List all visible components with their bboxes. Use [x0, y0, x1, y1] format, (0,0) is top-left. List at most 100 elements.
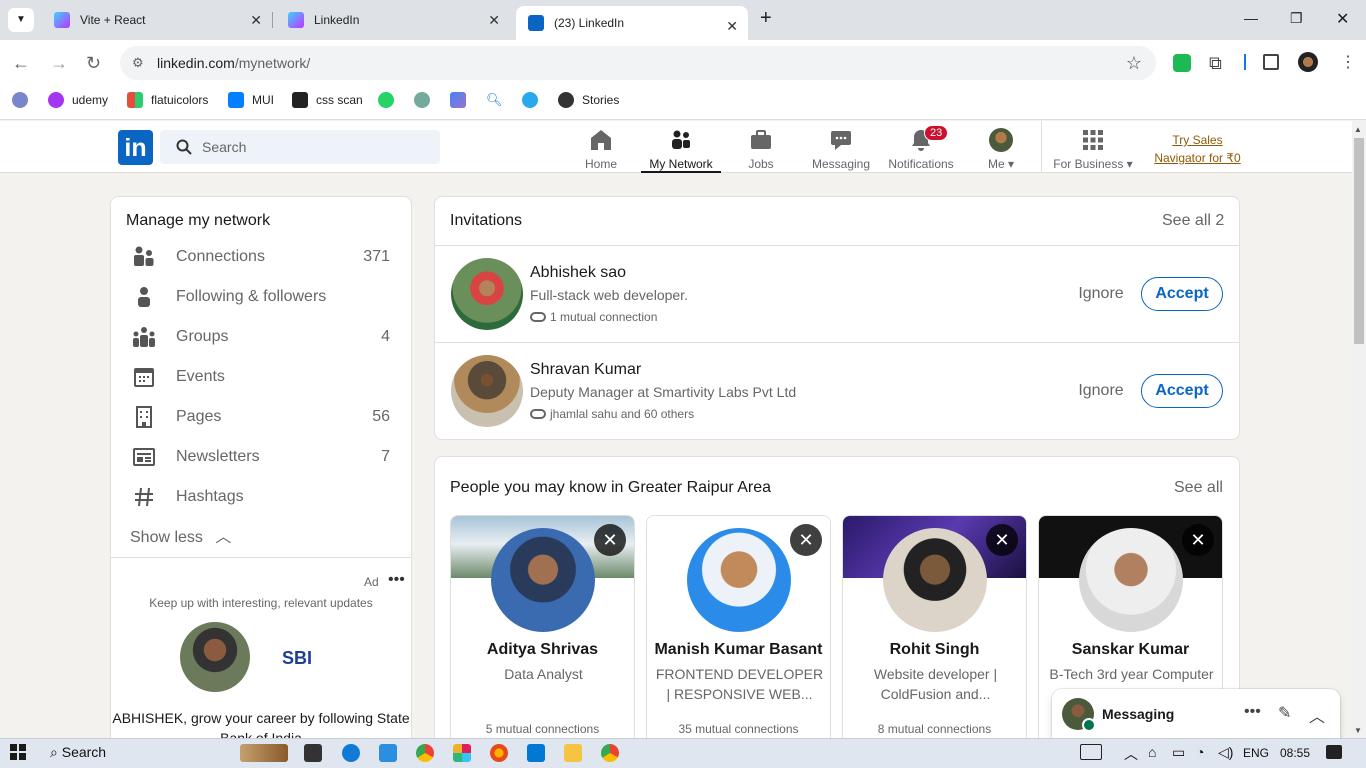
extensions-puzzle-icon[interactable]: ⧉ [1209, 53, 1222, 74]
see-all-invitations-button[interactable]: See all 2 [1162, 212, 1224, 230]
close-window-button[interactable]: ✕ [1336, 9, 1349, 29]
more-icon[interactable]: ••• [388, 571, 405, 589]
extension-icon[interactable] [1173, 54, 1191, 72]
person-avatar[interactable] [491, 528, 595, 632]
tab-linkedin-active[interactable]: (23) LinkedIn ✕ [516, 6, 748, 40]
manage-item-events[interactable]: Events [126, 357, 396, 397]
bookmark-css-scan[interactable]: css scan [292, 92, 363, 108]
tab-search-button[interactable]: ▼ [8, 8, 34, 32]
manage-item-following[interactable]: Following & followers [126, 277, 396, 317]
dismiss-close-icon[interactable]: ✕ [594, 524, 626, 556]
keyboard-icon[interactable] [1080, 744, 1102, 760]
ignore-button[interactable]: Ignore [1068, 375, 1134, 407]
nav-my-network[interactable]: My Network [641, 125, 721, 173]
bookmark-item[interactable] [12, 92, 36, 108]
nav-for-business[interactable]: For Business ▾ [1053, 125, 1133, 173]
chevron-up-icon[interactable]: ︿ [1309, 703, 1325, 727]
bookmark-udemy[interactable]: udemy [48, 92, 108, 108]
dismiss-close-icon[interactable]: ✕ [790, 524, 822, 556]
widget-icon[interactable] [240, 744, 288, 762]
accept-button[interactable]: Accept [1141, 277, 1223, 311]
ignore-button[interactable]: Ignore [1068, 278, 1134, 310]
person-name[interactable]: Sanskar Kumar [1039, 641, 1222, 659]
person-avatar[interactable] [1079, 528, 1183, 632]
edge-icon[interactable] [342, 744, 360, 762]
invitation-name[interactable]: Shravan Kumar [530, 361, 641, 379]
vscode-icon[interactable] [527, 744, 545, 762]
chrome-icon[interactable] [416, 744, 434, 762]
firefox-icon[interactable] [490, 744, 508, 762]
manage-item-hashtags[interactable]: Hashtags [126, 477, 396, 517]
search-input[interactable]: Search [160, 130, 440, 164]
person-name[interactable]: Manish Kumar Basant [647, 641, 830, 659]
address-bar[interactable]: ⚙ linkedin.com/mynetwork/ ☆ [120, 46, 1156, 80]
person-avatar[interactable] [687, 528, 791, 632]
invitation-mutual[interactable]: jhamlal sahu and 60 others [530, 407, 694, 421]
bookmark-chatgpt[interactable] [414, 92, 438, 108]
scroll-down-icon[interactable]: ▼ [1354, 726, 1362, 735]
compose-icon[interactable]: ✎ [1278, 703, 1291, 723]
bookmark-flatuicolors[interactable]: flatuicolors [127, 92, 208, 108]
nav-home[interactable]: Home [561, 125, 641, 173]
nav-notifications[interactable]: 23 Notifications [881, 125, 961, 173]
bookmark-whatsapp[interactable] [378, 92, 402, 108]
invitation-name[interactable]: Abhishek sao [530, 264, 626, 282]
menu-kebab-icon[interactable]: ⋮ [1340, 52, 1356, 72]
person-avatar[interactable] [883, 528, 987, 632]
person-name[interactable]: Aditya Shrivas [451, 641, 634, 659]
manage-item-pages[interactable]: Pages 56 [126, 397, 396, 437]
slack-icon[interactable] [453, 744, 471, 762]
manage-item-newsletters[interactable]: Newsletters 7 [126, 437, 396, 477]
dismiss-close-icon[interactable]: ✕ [986, 524, 1018, 556]
clock[interactable]: 08:55 [1280, 746, 1310, 760]
computer-icon[interactable] [379, 744, 397, 762]
sidepanel-icon[interactable] [1263, 54, 1279, 70]
close-icon[interactable]: ✕ [488, 12, 500, 29]
more-icon[interactable]: ••• [1244, 703, 1261, 721]
invitation-mutual[interactable]: 1 mutual connection [530, 310, 657, 324]
manage-item-groups[interactable]: Groups 4 [126, 317, 396, 357]
bookmark-star-icon[interactable]: ☆ [1126, 53, 1142, 74]
forward-icon[interactable]: → [50, 53, 68, 74]
see-all-pymk-button[interactable]: See all [1174, 479, 1223, 497]
person-card[interactable]: ✕ Manish Kumar Basant FRONTEND DEVELOPER… [646, 515, 831, 745]
tray-chevron-icon[interactable]: ︿ [1124, 744, 1138, 764]
windows-start-icon[interactable] [10, 744, 26, 763]
scroll-up-icon[interactable]: ▲ [1354, 125, 1362, 134]
try-sales-navigator-link[interactable]: Try Sales Navigator for ₹0 [1150, 131, 1245, 167]
linkedin-logo[interactable]: in [118, 130, 153, 165]
show-less-button[interactable]: Show less ︿ [130, 523, 231, 547]
restore-button[interactable]: ❐ [1290, 10, 1303, 27]
language-indicator[interactable]: ENG [1243, 746, 1269, 760]
profile-avatar[interactable] [1298, 52, 1318, 72]
person-card[interactable]: ✕ Rohit Singh Website developer | ColdFu… [842, 515, 1027, 745]
person-name[interactable]: Rohit Singh [843, 641, 1026, 659]
new-tab-button[interactable]: + [760, 7, 772, 30]
invitation-avatar[interactable] [451, 355, 523, 427]
task-view-icon[interactable] [304, 744, 322, 762]
close-icon[interactable]: ✕ [250, 12, 262, 29]
bookmark-search[interactable]: 🔍︎ [486, 92, 510, 108]
person-card[interactable]: ✕ Aditya Shrivas Data Analyst 5 mutual c… [450, 515, 635, 745]
notification-center-icon[interactable] [1326, 745, 1342, 759]
nav-messaging[interactable]: Messaging [801, 125, 881, 173]
messaging-overlay[interactable]: Messaging ••• ✎ ︿ [1052, 689, 1340, 739]
bookmark-stories[interactable]: Stories [558, 92, 619, 108]
tab-linkedin[interactable]: LinkedIn ✕ [276, 0, 510, 40]
site-info-icon[interactable]: ⚙ [132, 55, 144, 71]
bookmark-mui[interactable]: MUI [228, 92, 274, 108]
network-status-icon[interactable]: ⌂ [1148, 744, 1156, 760]
nav-jobs[interactable]: Jobs [721, 125, 801, 173]
volume-icon[interactable]: ◁) [1218, 744, 1233, 761]
sbi-logo[interactable]: SBI [282, 648, 312, 669]
battery-icon[interactable]: ▭ [1172, 744, 1185, 761]
wifi-icon[interactable]: ◔ [1196, 744, 1204, 760]
taskbar-search[interactable]: ⌕ Search [50, 744, 106, 761]
file-explorer-icon[interactable] [564, 744, 582, 762]
back-icon[interactable]: ← [12, 53, 30, 74]
chrome-icon[interactable] [601, 744, 619, 762]
scrollbar-thumb[interactable] [1354, 138, 1364, 344]
tab-vite-react[interactable]: Vite + React ✕ [42, 0, 272, 40]
minimize-button[interactable]: — [1244, 10, 1258, 26]
bookmark-gemini[interactable] [450, 92, 474, 108]
